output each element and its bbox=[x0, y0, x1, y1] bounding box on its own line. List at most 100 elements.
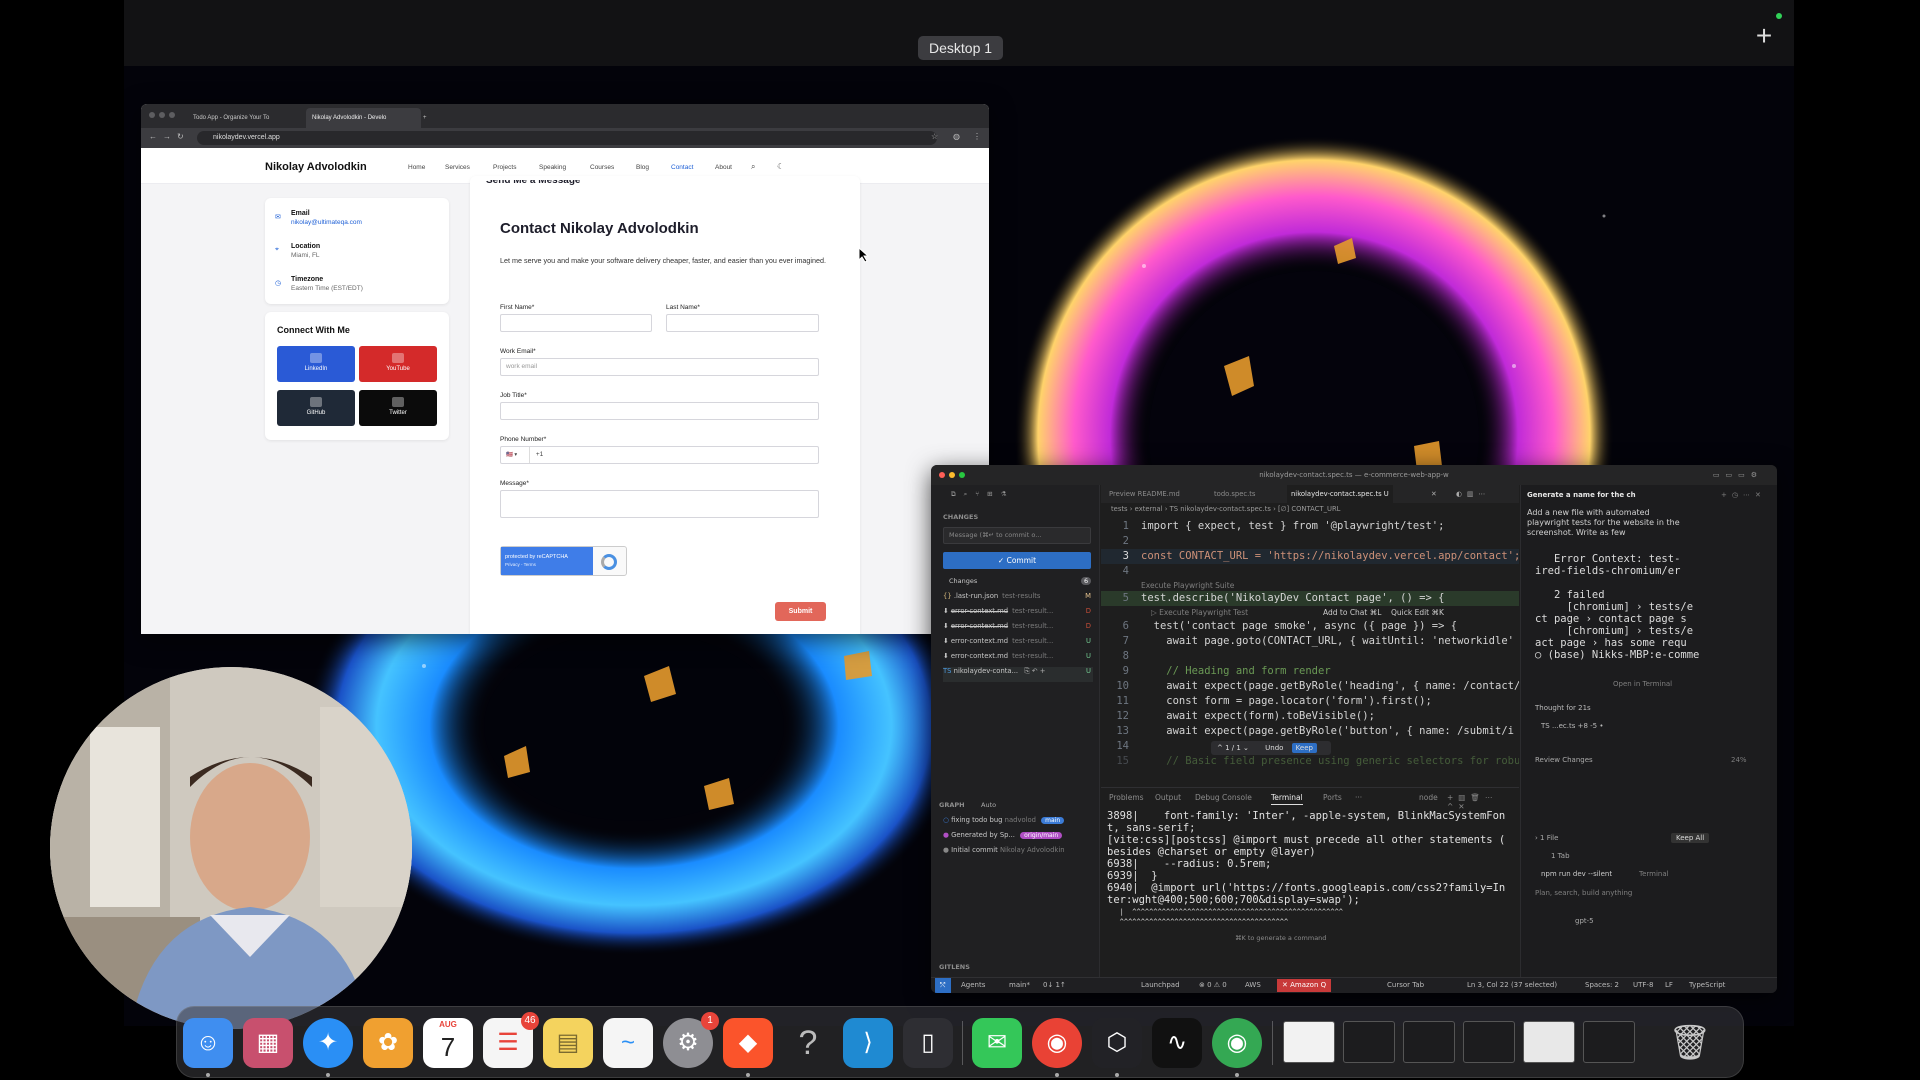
tab-todo-spec[interactable]: todo.spec.ts bbox=[1214, 485, 1255, 503]
phone-input[interactable]: 🇺🇸 ▾ +1 bbox=[500, 446, 819, 464]
cursor-app-icon[interactable]: ⬡ bbox=[1092, 1018, 1142, 1068]
nav-projects[interactable]: Projects bbox=[493, 164, 516, 171]
nav-speaking[interactable]: Speaking bbox=[539, 164, 566, 171]
minimized-window-thumbnail[interactable] bbox=[1583, 1021, 1635, 1063]
maximize-window-button[interactable] bbox=[959, 472, 965, 478]
code-line[interactable]: 11 const form = page.locator('form').fir… bbox=[1101, 694, 1519, 709]
cursor-position[interactable]: Ln 3, Col 22 (37 selected) bbox=[1467, 978, 1557, 993]
search-icon[interactable]: ⌕ bbox=[751, 162, 755, 172]
breadcrumb[interactable]: tests › external › TS nikolaydev-contact… bbox=[1111, 505, 1340, 513]
tab-preview-readme[interactable]: Preview README.md bbox=[1109, 485, 1180, 503]
changed-file-row[interactable]: ⬇ error-context.md test-result... U bbox=[943, 652, 1093, 667]
submit-button[interactable]: Submit bbox=[775, 602, 826, 621]
minimized-window-thumbnail[interactable] bbox=[1463, 1021, 1515, 1063]
minimized-window-thumbnail[interactable] bbox=[1523, 1021, 1575, 1063]
bookmark-star-icon[interactable]: ☆ bbox=[931, 132, 938, 141]
editor-action-icons[interactable]: ◐▥⋯ bbox=[1456, 485, 1490, 503]
terminal-action-icons[interactable]: +▥🗑⋯^✕ bbox=[1447, 793, 1519, 811]
commit-message-input[interactable]: Message (⌘↵ to commit o... bbox=[943, 527, 1091, 544]
trash-icon[interactable]: 🗑 bbox=[1665, 1018, 1715, 1068]
youtube-button[interactable]: YouTube bbox=[359, 346, 437, 382]
npm-command[interactable]: npm run dev --silent bbox=[1541, 870, 1612, 878]
recaptcha-sub[interactable]: Privacy - Terms bbox=[505, 561, 589, 568]
last-name-input[interactable] bbox=[666, 314, 819, 332]
photos-icon[interactable]: ✿ bbox=[363, 1018, 413, 1068]
chat-title[interactable]: Generate a name for the ch bbox=[1527, 491, 1636, 499]
code-line[interactable]: 2 bbox=[1101, 534, 1519, 549]
first-name-input[interactable] bbox=[500, 314, 652, 332]
email-link[interactable]: nikolay@ultimateqa.com bbox=[291, 219, 362, 226]
warp-icon[interactable]: ∿ bbox=[1152, 1018, 1202, 1068]
panel-tab-problems[interactable]: Problems bbox=[1109, 793, 1144, 802]
terminal-shell-label[interactable]: node bbox=[1419, 793, 1438, 802]
messages-icon[interactable]: ✉ bbox=[972, 1018, 1022, 1068]
extensions-icon[interactable]: ◍ bbox=[953, 132, 960, 141]
files-summary[interactable]: › 1 File bbox=[1535, 834, 1558, 842]
help-icon[interactable]: ? bbox=[783, 1018, 833, 1068]
diff-counter[interactable]: ^ 1 / 1 ⌄ bbox=[1217, 744, 1249, 752]
close-window-button[interactable] bbox=[149, 112, 155, 118]
finder-icon[interactable]: ☺ bbox=[183, 1018, 233, 1068]
codelens-test[interactable]: ▷ Execute Playwright Test bbox=[1151, 608, 1248, 617]
theme-toggle-icon[interactable]: ☾ bbox=[777, 162, 784, 171]
language-mode[interactable]: TypeScript bbox=[1689, 978, 1725, 993]
code-line[interactable]: 9 // Heading and form render bbox=[1101, 664, 1519, 679]
system-settings-icon[interactable]: ⚙ 1 bbox=[663, 1012, 719, 1068]
close-tab-icon[interactable]: ✕ bbox=[1431, 485, 1437, 503]
keep-all-button[interactable]: Keep All bbox=[1671, 833, 1710, 843]
twitter-button[interactable]: Twitter bbox=[359, 390, 437, 426]
vscode-icon[interactable]: ⟩ bbox=[843, 1018, 893, 1068]
freeform-icon[interactable]: ~ bbox=[603, 1018, 653, 1068]
branch-status[interactable]: main* bbox=[1009, 978, 1030, 993]
minimize-window-button[interactable] bbox=[949, 472, 955, 478]
nav-blog[interactable]: Blog bbox=[636, 164, 649, 171]
reload-icon[interactable]: ↻ bbox=[177, 132, 184, 141]
code-line[interactable]: 6 test('contact page smoke', async ({ pa… bbox=[1101, 619, 1519, 634]
code-line[interactable]: 1 import { expect, test } from '@playwrig… bbox=[1101, 519, 1519, 534]
keep-button[interactable]: Keep bbox=[1291, 743, 1317, 753]
file-actions-icons[interactable]: ⎘ ↶ + bbox=[1024, 667, 1045, 675]
launchpad-icon[interactable]: ▦ bbox=[243, 1018, 293, 1068]
linkedin-button[interactable]: LinkedIn bbox=[277, 346, 355, 382]
browser-tab-todo[interactable]: Todo App - Organize Your To bbox=[187, 108, 302, 128]
undo-button[interactable]: Undo bbox=[1265, 744, 1283, 752]
code-line[interactable]: 12 await expect(form).toBeVisible(); bbox=[1101, 709, 1519, 724]
changes-group-label[interactable]: Changes bbox=[949, 577, 977, 585]
panel-tab-ports[interactable]: Ports bbox=[1323, 793, 1342, 802]
commit-row[interactable]: ○ fixing todo bug nadvolod main bbox=[943, 816, 1065, 824]
activity-icons[interactable]: ⧉⌕⑂⊞⚗ bbox=[951, 490, 1014, 499]
code-line[interactable]: 13 await expect(page.getByRole('button',… bbox=[1101, 724, 1519, 739]
calendar-icon[interactable]: AUG 7 bbox=[423, 1018, 473, 1068]
tab-nikolaydev-contact-spec[interactable]: nikolaydev-contact.spec.ts U bbox=[1287, 485, 1393, 503]
new-tab-button[interactable]: + bbox=[423, 108, 437, 128]
chrome-icon[interactable]: ◉ bbox=[1032, 1018, 1082, 1068]
panel-tab-debug-console[interactable]: Debug Console bbox=[1195, 793, 1252, 802]
nav-services[interactable]: Services bbox=[445, 164, 470, 171]
document-thumbnail[interactable] bbox=[1283, 1021, 1335, 1063]
open-in-terminal-link[interactable]: Open in Terminal bbox=[1613, 680, 1672, 688]
quick-edit-hint[interactable]: Quick Edit ⌘K bbox=[1391, 608, 1444, 617]
brave-icon[interactable]: ◆ bbox=[723, 1018, 773, 1068]
thought-label[interactable]: Thought for 21s bbox=[1535, 704, 1591, 712]
add-to-chat-hint[interactable]: Add to Chat ⌘L bbox=[1323, 608, 1381, 617]
eol-status[interactable]: LF bbox=[1665, 978, 1673, 993]
panel-more-icon[interactable]: ··· bbox=[1355, 793, 1362, 802]
commit-row[interactable]: ● Generated by Sp... origin/main bbox=[943, 831, 1063, 839]
recaptcha-widget[interactable]: protected by reCAPTCHA Privacy - Terms bbox=[500, 546, 627, 576]
code-line[interactable]: 7 await page.goto(CONTACT_URL, { waitUnt… bbox=[1101, 634, 1519, 649]
phone-country-select[interactable]: 🇺🇸 ▾ bbox=[506, 447, 530, 463]
job-title-input[interactable] bbox=[500, 402, 819, 420]
file-change-row[interactable]: TS ...ec.ts +8 -5 • bbox=[1541, 722, 1604, 730]
browser-tab-nikolay[interactable]: Nikolay Advolodkin - Develo bbox=[306, 108, 421, 128]
notes-icon[interactable]: ▤ bbox=[543, 1018, 593, 1068]
launchpad-status[interactable]: Launchpad bbox=[1141, 978, 1180, 993]
chat-input[interactable]: Plan, search, build anything bbox=[1535, 889, 1632, 897]
gitlens-section-title[interactable]: GITLENS bbox=[939, 963, 970, 971]
layout-toggle-icons[interactable]: ▭▭▭⚙ bbox=[1713, 465, 1763, 485]
browser-menu-icon[interactable]: ⋮ bbox=[973, 132, 981, 141]
message-textarea[interactable] bbox=[500, 490, 819, 518]
changed-file-row[interactable]: {} .last-run.json test-results M bbox=[943, 592, 1093, 607]
code-line[interactable]: 4 bbox=[1101, 564, 1519, 579]
review-changes-button[interactable]: Review Changes bbox=[1535, 756, 1593, 764]
indent-status[interactable]: Spaces: 2 bbox=[1585, 978, 1619, 993]
